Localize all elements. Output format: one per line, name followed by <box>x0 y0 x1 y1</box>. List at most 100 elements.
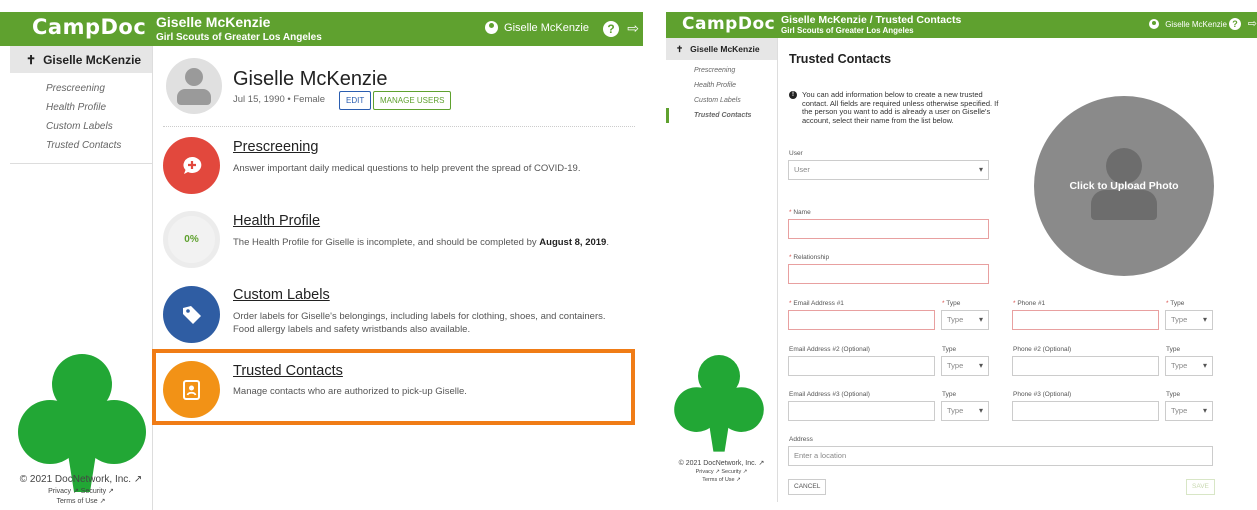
email1-type-select[interactable]: Type <box>941 310 989 330</box>
name-label: * Name <box>789 209 811 216</box>
email2-type-label: Type <box>942 346 957 353</box>
sidebar-item-custom-labels[interactable]: Custom Labels <box>46 117 152 136</box>
profile-meta: Jul 15, 1990 • Female <box>233 94 326 105</box>
user-label: User <box>789 150 803 157</box>
copyright-text: © 2021 DocNetwork, Inc. ↗ <box>19 474 143 485</box>
email1-type-label-text: Type <box>946 300 961 307</box>
phone3-type-select[interactable]: Type <box>1165 401 1213 421</box>
phone3-input[interactable] <box>1012 401 1159 421</box>
edit-button[interactable]: EDIT <box>339 91 372 110</box>
footer-links[interactable]: Privacy ↗ Security ↗ <box>10 487 152 495</box>
health-desc-text: The Health Profile for Giselle is incomp… <box>233 237 540 248</box>
custom-labels-title[interactable]: Custom Labels <box>233 287 330 303</box>
footer-links-2[interactable]: Privacy ↗ Security ↗ <box>666 469 777 475</box>
app-header: CampDoc Giselle McKenzie Girl Scouts of … <box>0 12 643 46</box>
sidebar-item-custom-labels-2[interactable]: Custom Labels <box>694 93 777 108</box>
logout-icon[interactable]: ⇨ <box>627 20 639 37</box>
sidebar-item-trusted-contacts[interactable]: Trusted Contacts <box>46 136 152 155</box>
page-title: Trusted Contacts <box>789 52 892 66</box>
info-icon: ! <box>789 91 797 99</box>
prescreening-icon[interactable] <box>163 137 220 194</box>
phone1-type-select[interactable]: Type <box>1165 310 1213 330</box>
prescreening-title[interactable]: Prescreening <box>233 139 318 155</box>
health-desc-tail: . <box>606 237 609 248</box>
phone2-label: Phone #2 (Optional) <box>1013 346 1072 353</box>
header-subtitle-2: Girl Scouts of Greater Los Angeles <box>781 26 914 35</box>
relationship-input[interactable] <box>788 264 989 284</box>
phone1-input[interactable] <box>1012 310 1159 330</box>
trusted-contacts-panel: CampDoc Giselle McKenzie / Trusted Conta… <box>666 0 1257 510</box>
sidebar-list-2: Prescreening Health Profile Custom Label… <box>666 60 777 129</box>
email3-label: Email Address #3 (Optional) <box>789 391 870 398</box>
terms-link-2[interactable]: Terms of Use ↗ <box>666 477 777 483</box>
user-menu[interactable]: Giselle McKenzie <box>485 21 589 34</box>
email1-input[interactable] <box>788 310 935 330</box>
save-button[interactable]: SAVE <box>1186 479 1215 495</box>
copyright-text-2: © 2021 DocNetwork, Inc. ↗ <box>678 460 765 467</box>
manage-users-button[interactable]: MANAGE USERS <box>373 91 452 110</box>
email2-label: Email Address #2 (Optional) <box>789 346 870 353</box>
sidebar-list: Prescreening Health Profile Custom Label… <box>10 73 152 164</box>
phone3-type-label: Type <box>1166 391 1181 398</box>
header-title: Giselle McKenzie <box>156 14 271 30</box>
cancel-button[interactable]: CANCEL <box>788 479 827 495</box>
sidebar-item-health-profile[interactable]: Health Profile <box>46 98 152 117</box>
upload-photo-text: Click to Upload Photo <box>1069 180 1179 192</box>
sidebar-item-prescreening-2[interactable]: Prescreening <box>694 63 777 78</box>
prescreening-desc: Answer important daily medical questions… <box>233 163 581 174</box>
sidebar-item-health-profile-2[interactable]: Health Profile <box>694 78 777 93</box>
email1-type-label: * Type <box>942 300 961 307</box>
email3-input[interactable] <box>788 401 935 421</box>
sidebar-item-prescreening[interactable]: Prescreening <box>46 79 152 98</box>
trusted-contacts-highlight <box>152 349 635 425</box>
email1-label-text: Email Address #1 <box>793 300 844 307</box>
relationship-label-text: Relationship <box>793 254 830 261</box>
email3-type-select[interactable]: Type <box>941 401 989 421</box>
placeholder-body <box>1091 190 1157 220</box>
custom-labels-desc: Order labels for Giselle's belongings, i… <box>233 311 606 335</box>
phone3-label: Phone #3 (Optional) <box>1013 391 1072 398</box>
info-message: ! You can add information below to creat… <box>789 90 1004 125</box>
relationship-label: * Relationship <box>789 254 830 261</box>
user-name: Giselle McKenzie <box>504 21 589 34</box>
dashboard-panel: CampDoc Giselle McKenzie Girl Scouts of … <box>0 0 643 510</box>
name-input[interactable] <box>788 219 989 239</box>
email2-input[interactable] <box>788 356 935 376</box>
profile-avatar <box>166 58 222 114</box>
tag-icon[interactable] <box>163 286 220 343</box>
email3-type-label: Type <box>942 391 957 398</box>
address-input[interactable]: Enter a location <box>788 446 1213 466</box>
sidebar-2: ✝ Giselle McKenzie Prescreening Health P… <box>666 38 778 502</box>
user-icon <box>1149 19 1160 29</box>
logout-icon[interactable]: ⇨ <box>1248 17 1257 30</box>
sidebar: ✝ Giselle McKenzie Prescreening Health P… <box>10 46 153 510</box>
user-menu-2[interactable]: Giselle McKenzie <box>1149 19 1227 29</box>
upload-photo-button[interactable]: Click to Upload Photo <box>1034 96 1214 276</box>
sidebar-item-profile[interactable]: ✝ Giselle McKenzie <box>10 46 152 73</box>
sidebar-item-profile-2[interactable]: ✝ Giselle McKenzie <box>666 38 777 60</box>
header-title-2: Giselle McKenzie / Trusted Contacts <box>781 14 962 26</box>
terms-link[interactable]: Terms of Use ↗ <box>10 497 152 505</box>
user-name-2: Giselle McKenzie <box>1165 19 1227 29</box>
phone2-type-label: Type <box>1166 346 1181 353</box>
email2-type-select[interactable]: Type <box>941 356 989 376</box>
email1-label: * Email Address #1 <box>789 300 844 307</box>
footer: © 2021 DocNetwork, Inc. ↗ Privacy ↗ Secu… <box>10 474 152 505</box>
sidebar-item-trusted-contacts-2[interactable]: Trusted Contacts <box>666 108 777 123</box>
phone1-label: * Phone #1 <box>1013 300 1046 307</box>
help-icon[interactable]: ? <box>1229 18 1241 30</box>
health-progress-ring[interactable]: 0% <box>163 211 220 268</box>
health-profile-title[interactable]: Health Profile <box>233 213 320 229</box>
campdoc-logo-2[interactable]: CampDoc <box>682 14 775 34</box>
header-subtitle: Girl Scouts of Greater Los Angeles <box>156 32 322 43</box>
help-icon[interactable]: ? <box>603 21 619 37</box>
placeholder-head <box>1106 148 1142 184</box>
trefoil-logo <box>18 354 146 492</box>
name-label-text: Name <box>793 209 811 216</box>
phone2-input[interactable] <box>1012 356 1159 376</box>
phone2-type-select[interactable]: Type <box>1165 356 1213 376</box>
phone1-type-label: * Type <box>1166 300 1185 307</box>
campdoc-logo[interactable]: CampDoc <box>32 15 146 39</box>
user-select[interactable]: User <box>788 160 989 180</box>
health-profile-desc: The Health Profile for Giselle is incomp… <box>233 236 643 249</box>
